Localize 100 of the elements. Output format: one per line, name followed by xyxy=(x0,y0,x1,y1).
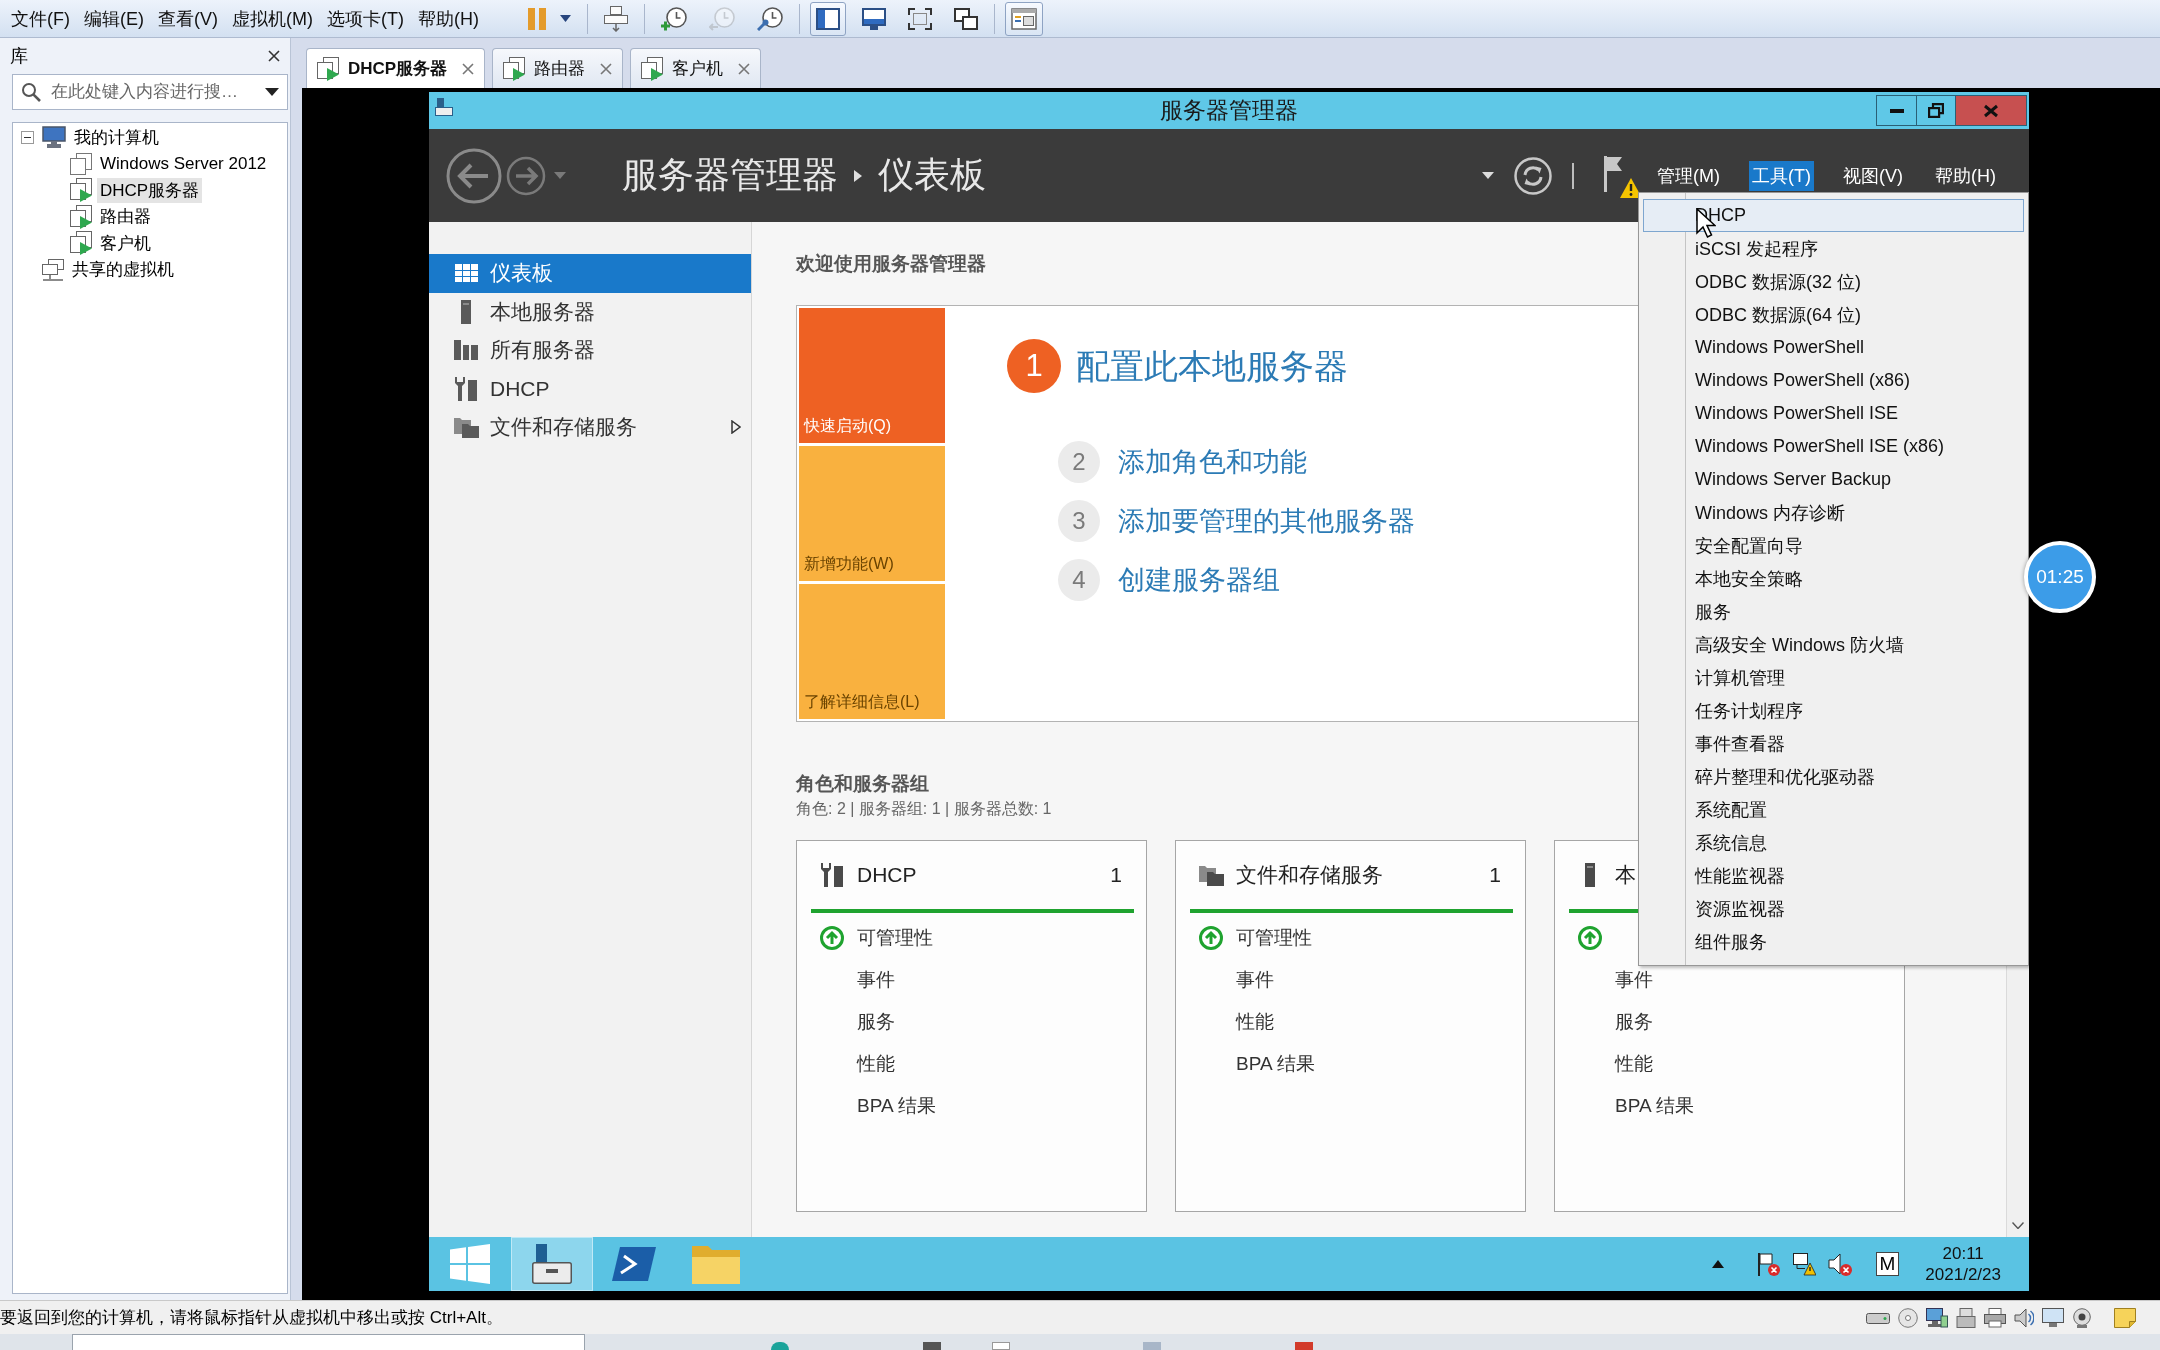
menu-item[interactable]: 文件(F) xyxy=(4,2,77,35)
tile-link[interactable]: BPA 结果 xyxy=(857,1093,936,1119)
toolbar-button[interactable] xyxy=(809,1,846,36)
flag-icon[interactable] xyxy=(1604,155,1623,192)
server-toolbox-icon xyxy=(435,98,453,116)
menu-item[interactable]: 资源监视器 xyxy=(1643,892,2024,925)
menu-item[interactable]: 计算机管理 xyxy=(1643,661,2024,694)
step-link[interactable]: 配置此本地服务器 xyxy=(1076,344,1348,388)
speaker-muted-icon[interactable] xyxy=(1827,1252,1852,1276)
menu-item[interactable]: 查看(V) xyxy=(151,2,225,35)
taskbar-button[interactable] xyxy=(511,1237,593,1291)
tile-link[interactable]: 事件 xyxy=(857,967,895,993)
menu-item[interactable]: 安全配置向导 xyxy=(1643,529,2024,562)
menu-item[interactable]: 系统配置 xyxy=(1643,793,2024,826)
tile-link[interactable]: 事件 xyxy=(1615,967,1653,993)
menu-item[interactable]: 性能监视器 xyxy=(1643,859,2024,892)
search-field[interactable]: 在此处键入内容进行搜… xyxy=(12,74,288,110)
header-menu[interactable]: 工具(T) xyxy=(1749,160,1814,191)
toolbar-button[interactable] xyxy=(1004,1,1043,36)
triangle-up-icon[interactable] xyxy=(1711,1260,1724,1268)
step-link[interactable]: 添加要管理的其他服务器 xyxy=(1118,503,1415,539)
tab[interactable]: 路由器 xyxy=(492,48,624,88)
menu-item[interactable]: 帮助(H) xyxy=(410,2,486,35)
network-warning-icon[interactable] xyxy=(1791,1252,1816,1276)
menu-item[interactable]: 事件查看器 xyxy=(1643,727,2024,760)
tile-link[interactable]: 可管理性 xyxy=(857,925,933,951)
menu-item[interactable]: 碎片整理和优化驱动器 xyxy=(1643,760,2024,793)
nav-item[interactable]: DHCP xyxy=(429,369,751,408)
nav-item[interactable]: 本地服务器 xyxy=(429,292,751,331)
step-link[interactable]: 创建服务器组 xyxy=(1118,562,1280,598)
flag-error-icon[interactable] xyxy=(1755,1252,1780,1276)
expand-icon xyxy=(907,7,932,30)
tile-link[interactable]: 性能 xyxy=(857,1051,895,1077)
caret-down-icon[interactable] xyxy=(559,15,571,22)
menu-item[interactable]: ODBC 数据源(32 位) xyxy=(1643,265,2024,298)
menu-item[interactable]: Windows PowerShell ISE xyxy=(1643,397,2024,430)
nav-item[interactable]: 文件和存储服务 xyxy=(429,408,751,447)
tile-link[interactable]: BPA 结果 xyxy=(1615,1093,1694,1119)
tree-item[interactable]: DHCP服务器 xyxy=(97,177,203,203)
tile-link[interactable]: 性能 xyxy=(1615,1051,1653,1077)
tree-item[interactable]: Windows Server 2012 xyxy=(97,152,270,175)
triangle-right-icon[interactable] xyxy=(731,420,741,435)
menu-item[interactable]: 虚拟机(M) xyxy=(225,2,320,35)
forward-circle-icon[interactable] xyxy=(506,155,546,196)
wrench-server-icon xyxy=(821,863,843,887)
welcome-tab[interactable]: 新增功能(W) xyxy=(799,446,945,581)
menu-item[interactable]: Windows Server Backup xyxy=(1643,463,2024,496)
welcome-tab[interactable]: 了解详细信息(L) xyxy=(799,584,945,719)
step-link[interactable]: 添加角色和功能 xyxy=(1118,444,1307,480)
taskbar-app-icon[interactable] xyxy=(992,1342,1010,1350)
status-message: 要返回到您的计算机，请将鼠标指针从虚拟机中移出或按 Ctrl+Alt。 xyxy=(0,1307,503,1329)
tab[interactable]: 客户机 xyxy=(630,48,762,88)
tile-link[interactable]: 性能 xyxy=(1236,1009,1274,1035)
webcam-icon xyxy=(2072,1307,2092,1328)
menu-item[interactable]: 选项卡(T) xyxy=(319,2,411,35)
caret-down-icon[interactable] xyxy=(265,88,279,96)
menu-item[interactable]: 编辑(E) xyxy=(77,2,151,35)
tile-link[interactable]: 事件 xyxy=(1236,967,1274,993)
breadcrumb-link[interactable]: 服务器管理器 xyxy=(622,151,838,200)
caret-down-icon[interactable] xyxy=(1482,172,1495,179)
caret-down-icon[interactable] xyxy=(2012,1222,2024,1229)
tile-link[interactable]: 服务 xyxy=(857,1009,895,1035)
pages-play-icon xyxy=(503,56,526,81)
menu-item[interactable]: 本地安全策略 xyxy=(1643,562,2024,595)
tree-item[interactable]: 路由器 xyxy=(97,204,154,230)
menu-item[interactable]: Windows PowerShell ISE (x86) xyxy=(1643,430,2024,463)
tab[interactable]: DHCP服务器 xyxy=(306,48,486,88)
tile-title[interactable]: DHCP xyxy=(857,863,917,887)
minus-box-icon[interactable] xyxy=(21,130,34,144)
menu-item[interactable]: 高级安全 Windows 防火墙 xyxy=(1643,628,2024,661)
tile-link[interactable]: 可管理性 xyxy=(1236,925,1312,951)
header-menu[interactable]: 视图(V) xyxy=(1840,160,1906,191)
host-search-field[interactable] xyxy=(72,1334,585,1350)
menu-item[interactable]: Windows PowerShell (x86) xyxy=(1643,364,2024,397)
menu-item[interactable]: 任务计划程序 xyxy=(1643,694,2024,727)
note-icon xyxy=(2114,1307,2136,1328)
menu-item[interactable]: Windows 内存诊断 xyxy=(1643,496,2024,529)
refresh-icon[interactable] xyxy=(1514,156,1553,195)
tree-item[interactable]: 客户机 xyxy=(97,230,154,256)
tile-link[interactable]: 服务 xyxy=(1615,1009,1653,1035)
close-button[interactable] xyxy=(1956,95,2027,126)
tree-item[interactable]: 共享的虚拟机 xyxy=(69,257,177,283)
nav-item[interactable]: 所有服务器 xyxy=(429,331,751,370)
menu-item[interactable]: Windows PowerShell xyxy=(1643,331,2024,364)
tile-title[interactable]: 文件和存储服务 xyxy=(1236,861,1383,889)
close-icon[interactable] xyxy=(268,50,280,62)
menu-item[interactable]: ODBC 数据源(64 位) xyxy=(1643,298,2024,331)
menu-item[interactable]: 组件服务 xyxy=(1643,925,2024,958)
nav-item[interactable]: 仪表板 xyxy=(429,254,751,293)
menu-item[interactable]: 服务 xyxy=(1643,595,2024,628)
header-menu[interactable]: 管理(M) xyxy=(1654,160,1723,191)
tile-link[interactable]: BPA 结果 xyxy=(1236,1051,1315,1077)
back-circle-icon[interactable] xyxy=(446,147,502,204)
input-method-indicator[interactable]: M xyxy=(1875,1252,1900,1276)
minimize-button[interactable] xyxy=(1876,95,1917,126)
menu-item[interactable]: iSCSI 发起程序 xyxy=(1643,232,2024,265)
tile-title[interactable]: 本 xyxy=(1615,861,1636,889)
menu-item[interactable]: 系统信息 xyxy=(1643,826,2024,859)
header-menu[interactable]: 帮助(H) xyxy=(1932,160,1999,191)
tree-item[interactable]: 我的计算机 xyxy=(71,124,162,150)
